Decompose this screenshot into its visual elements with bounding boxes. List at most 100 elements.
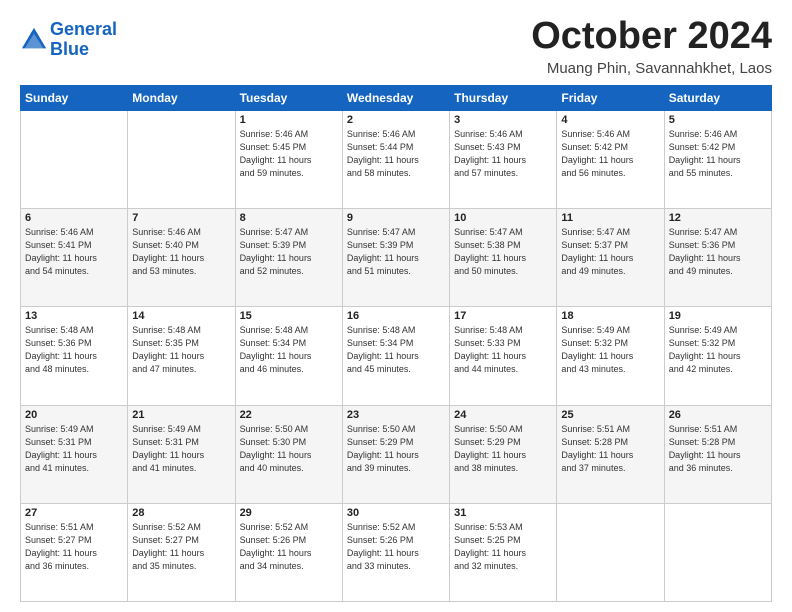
calendar-cell: 30 Sunrise: 5:52 AM Sunset: 5:26 PM Dayli…: [342, 503, 449, 601]
calendar-cell: 29Sunrise: 5:52 AM Sunset: 5:26 PM Dayli…: [235, 503, 342, 601]
day-number: 4: [561, 114, 659, 126]
day-info: Sunrise: 5:47 AM Sunset: 5:37 PM Dayligh…: [561, 226, 659, 278]
day-number: 1: [240, 114, 338, 126]
day-number: 31: [454, 507, 552, 519]
location: Muang Phin, Savannahkhet, Laos: [531, 60, 772, 77]
day-number: 19: [669, 310, 767, 322]
weekday-header: Wednesday: [342, 85, 449, 110]
calendar-cell: 18 Sunrise: 5:49 AM Sunset: 5:32 PM Dayli…: [557, 307, 664, 405]
logo: General Blue: [20, 20, 117, 60]
calendar-cell: 7 Sunrise: 5:46 AM Sunset: 5:40 PM Daylig…: [128, 209, 235, 307]
day-info: Sunrise: 5:49 AM Sunset: 5:31 PM Dayligh…: [132, 423, 230, 475]
day-number: 9: [347, 212, 445, 224]
month-title: October 2024: [531, 16, 772, 58]
calendar-week-row: 1 Sunrise: 5:46 AM Sunset: 5:45 PM Daylig…: [21, 110, 772, 208]
day-info: Sunrise: 5:48 AM Sunset: 5:34 PM Dayligh…: [240, 324, 338, 376]
calendar-cell: 12Sunrise: 5:47 AM Sunset: 5:36 PM Dayli…: [664, 209, 771, 307]
calendar-week-row: 6 Sunrise: 5:46 AM Sunset: 5:41 PM Daylig…: [21, 209, 772, 307]
calendar-cell: 22 Sunrise: 5:50 AM Sunset: 5:30 PM Dayli…: [235, 405, 342, 503]
calendar-cell: 23Sunrise: 5:50 AM Sunset: 5:29 PM Dayli…: [342, 405, 449, 503]
day-info: Sunrise: 5:47 AM Sunset: 5:39 PM Dayligh…: [240, 226, 338, 278]
logo-icon: [20, 26, 48, 54]
weekday-header: Saturday: [664, 85, 771, 110]
day-info: Sunrise: 5:48 AM Sunset: 5:35 PM Dayligh…: [132, 324, 230, 376]
day-info: Sunrise: 5:51 AM Sunset: 5:27 PM Dayligh…: [25, 521, 123, 573]
calendar-cell: 1 Sunrise: 5:46 AM Sunset: 5:45 PM Daylig…: [235, 110, 342, 208]
day-info: Sunrise: 5:48 AM Sunset: 5:34 PM Dayligh…: [347, 324, 445, 376]
calendar-cell: 4Sunrise: 5:46 AM Sunset: 5:42 PM Daylig…: [557, 110, 664, 208]
calendar-cell: 27 Sunrise: 5:51 AM Sunset: 5:27 PM Dayli…: [21, 503, 128, 601]
logo-text: General Blue: [50, 20, 117, 60]
calendar-cell: 5Sunrise: 5:46 AM Sunset: 5:42 PM Daylig…: [664, 110, 771, 208]
day-number: 28: [132, 507, 230, 519]
title-block: October 2024 Muang Phin, Savannahkhet, L…: [531, 16, 772, 77]
day-number: 13: [25, 310, 123, 322]
calendar-cell: 9 Sunrise: 5:47 AM Sunset: 5:39 PM Daylig…: [342, 209, 449, 307]
calendar-header-row: SundayMondayTuesdayWednesdayThursdayFrid…: [21, 85, 772, 110]
day-number: 29: [240, 507, 338, 519]
day-info: Sunrise: 5:52 AM Sunset: 5:26 PM Dayligh…: [347, 521, 445, 573]
calendar-cell: 25 Sunrise: 5:51 AM Sunset: 5:28 PM Dayli…: [557, 405, 664, 503]
day-info: Sunrise: 5:51 AM Sunset: 5:28 PM Dayligh…: [669, 423, 767, 475]
calendar-cell: 13 Sunrise: 5:48 AM Sunset: 5:36 PM Dayli…: [21, 307, 128, 405]
calendar-cell: 16 Sunrise: 5:48 AM Sunset: 5:34 PM Dayli…: [342, 307, 449, 405]
weekday-header: Sunday: [21, 85, 128, 110]
weekday-header: Friday: [557, 85, 664, 110]
calendar-cell: 19 Sunrise: 5:49 AM Sunset: 5:32 PM Dayli…: [664, 307, 771, 405]
weekday-header: Thursday: [450, 85, 557, 110]
day-info: Sunrise: 5:46 AM Sunset: 5:43 PM Dayligh…: [454, 128, 552, 180]
day-number: 3: [454, 114, 552, 126]
day-number: 21: [132, 409, 230, 421]
calendar-cell: 26 Sunrise: 5:51 AM Sunset: 5:28 PM Dayli…: [664, 405, 771, 503]
day-number: 27: [25, 507, 123, 519]
day-info: Sunrise: 5:50 AM Sunset: 5:29 PM Dayligh…: [454, 423, 552, 475]
day-number: 2: [347, 114, 445, 126]
calendar-cell: 3 Sunrise: 5:46 AM Sunset: 5:43 PM Daylig…: [450, 110, 557, 208]
day-number: 12: [669, 212, 767, 224]
day-info: Sunrise: 5:47 AM Sunset: 5:39 PM Dayligh…: [347, 226, 445, 278]
calendar-week-row: 13 Sunrise: 5:48 AM Sunset: 5:36 PM Dayli…: [21, 307, 772, 405]
day-number: 8: [240, 212, 338, 224]
day-info: Sunrise: 5:51 AM Sunset: 5:28 PM Dayligh…: [561, 423, 659, 475]
day-number: 14: [132, 310, 230, 322]
calendar-week-row: 27 Sunrise: 5:51 AM Sunset: 5:27 PM Dayli…: [21, 503, 772, 601]
day-info: Sunrise: 5:49 AM Sunset: 5:32 PM Dayligh…: [669, 324, 767, 376]
day-info: Sunrise: 5:49 AM Sunset: 5:32 PM Dayligh…: [561, 324, 659, 376]
day-number: 17: [454, 310, 552, 322]
calendar-cell: 10Sunrise: 5:47 AM Sunset: 5:38 PM Dayli…: [450, 209, 557, 307]
calendar-table: SundayMondayTuesdayWednesdayThursdayFrid…: [20, 85, 772, 602]
day-info: Sunrise: 5:48 AM Sunset: 5:36 PM Dayligh…: [25, 324, 123, 376]
day-info: Sunrise: 5:50 AM Sunset: 5:30 PM Dayligh…: [240, 423, 338, 475]
day-info: Sunrise: 5:49 AM Sunset: 5:31 PM Dayligh…: [25, 423, 123, 475]
day-number: 30: [347, 507, 445, 519]
calendar-cell: [557, 503, 664, 601]
calendar-cell: [128, 110, 235, 208]
day-number: 22: [240, 409, 338, 421]
weekday-header: Monday: [128, 85, 235, 110]
day-number: 11: [561, 212, 659, 224]
calendar-cell: 8 Sunrise: 5:47 AM Sunset: 5:39 PM Daylig…: [235, 209, 342, 307]
calendar-cell: 6 Sunrise: 5:46 AM Sunset: 5:41 PM Daylig…: [21, 209, 128, 307]
day-info: Sunrise: 5:46 AM Sunset: 5:42 PM Dayligh…: [669, 128, 767, 180]
day-number: 6: [25, 212, 123, 224]
day-number: 25: [561, 409, 659, 421]
day-number: 7: [132, 212, 230, 224]
calendar-cell: 14 Sunrise: 5:48 AM Sunset: 5:35 PM Dayli…: [128, 307, 235, 405]
day-number: 18: [561, 310, 659, 322]
calendar-week-row: 20 Sunrise: 5:49 AM Sunset: 5:31 PM Dayli…: [21, 405, 772, 503]
weekday-header: Tuesday: [235, 85, 342, 110]
day-info: Sunrise: 5:53 AM Sunset: 5:25 PM Dayligh…: [454, 521, 552, 573]
calendar-cell: 2Sunrise: 5:46 AM Sunset: 5:44 PM Daylig…: [342, 110, 449, 208]
day-number: 26: [669, 409, 767, 421]
day-info: Sunrise: 5:50 AM Sunset: 5:29 PM Dayligh…: [347, 423, 445, 475]
day-info: Sunrise: 5:46 AM Sunset: 5:40 PM Dayligh…: [132, 226, 230, 278]
calendar-cell: 24Sunrise: 5:50 AM Sunset: 5:29 PM Dayli…: [450, 405, 557, 503]
day-number: 20: [25, 409, 123, 421]
calendar-cell: 21 Sunrise: 5:49 AM Sunset: 5:31 PM Dayli…: [128, 405, 235, 503]
day-info: Sunrise: 5:47 AM Sunset: 5:38 PM Dayligh…: [454, 226, 552, 278]
day-info: Sunrise: 5:48 AM Sunset: 5:33 PM Dayligh…: [454, 324, 552, 376]
day-number: 16: [347, 310, 445, 322]
day-info: Sunrise: 5:46 AM Sunset: 5:41 PM Dayligh…: [25, 226, 123, 278]
day-info: Sunrise: 5:46 AM Sunset: 5:45 PM Dayligh…: [240, 128, 338, 180]
calendar-cell: 11 Sunrise: 5:47 AM Sunset: 5:37 PM Dayli…: [557, 209, 664, 307]
